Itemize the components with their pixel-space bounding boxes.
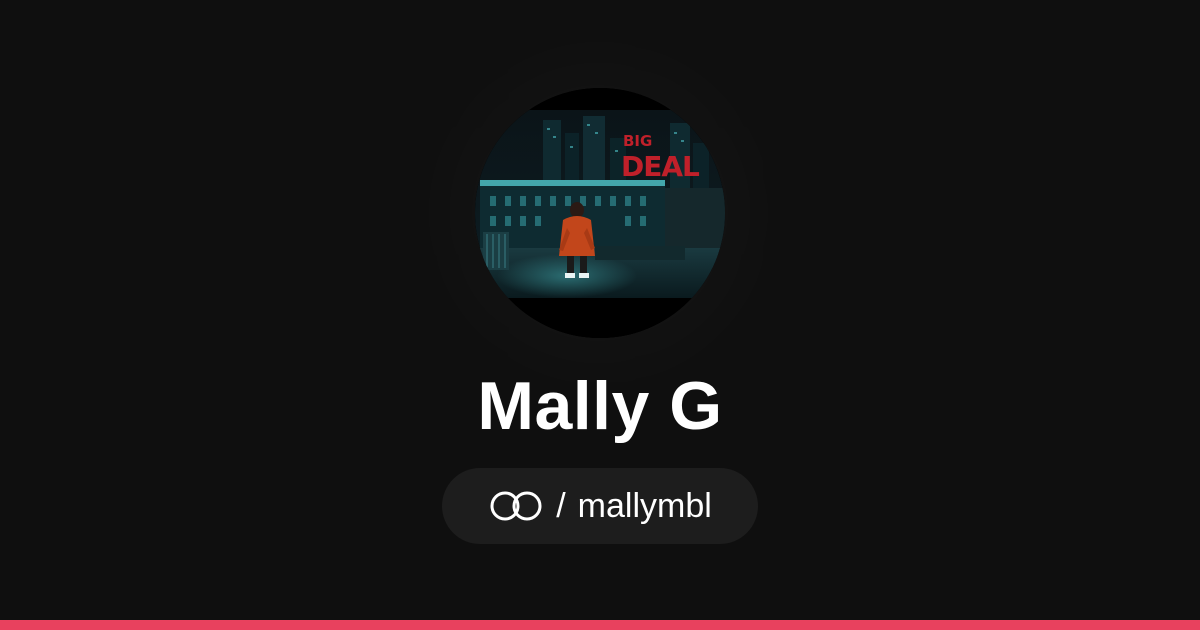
handle-separator: / bbox=[556, 487, 566, 525]
avatar-image: BIG DEAL bbox=[475, 88, 725, 338]
double-ring-link-icon bbox=[488, 489, 544, 523]
handle-text: mallymbl bbox=[577, 487, 712, 525]
avatar-logo-top: BIG bbox=[623, 132, 652, 150]
avatar: BIG DEAL bbox=[475, 88, 725, 338]
profile-name: Mally G bbox=[477, 368, 723, 444]
avatar-logo-bottom: DEAL bbox=[621, 150, 700, 183]
accent-bar bbox=[0, 620, 1200, 630]
profile-card: BIG DEAL Mally G / mallymbl bbox=[0, 0, 1200, 630]
handle-link[interactable]: / mallymbl bbox=[442, 468, 758, 544]
